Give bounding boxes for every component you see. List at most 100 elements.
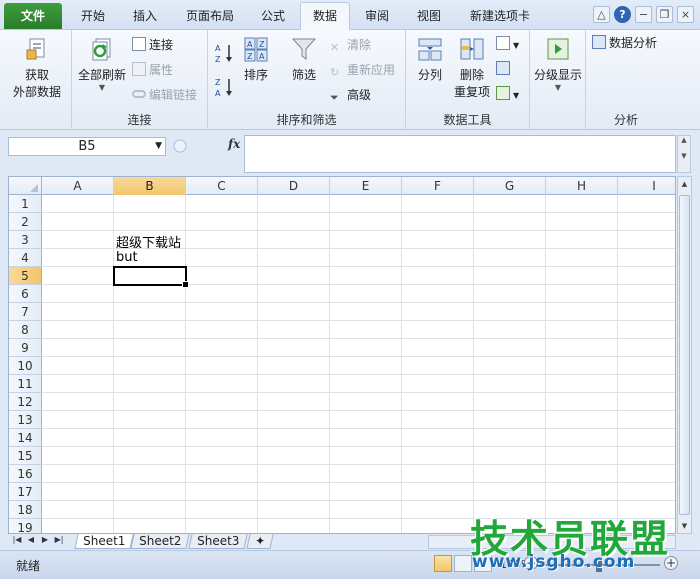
zoom-out-icon[interactable]: −: [524, 556, 538, 570]
scroll-thumb[interactable]: [679, 195, 690, 515]
cell-b3[interactable]: 超级下载站: [116, 232, 181, 251]
restore-icon[interactable]: ❐: [656, 6, 673, 23]
filter-button[interactable]: 筛选: [284, 36, 324, 83]
reapply-button[interactable]: ↻ 重新应用: [330, 61, 395, 80]
insert-sheet-button[interactable]: ✦: [246, 534, 274, 549]
outline-icon: [547, 38, 569, 60]
sort-button[interactable]: A Z Z A 排序: [238, 36, 274, 83]
get-external-data-button[interactable]: 获取 外部数据: [6, 36, 68, 100]
prev-sheet-icon[interactable]: ◀: [26, 535, 36, 544]
column-header-b[interactable]: B: [114, 177, 186, 195]
remove-duplicates-icon: [460, 38, 484, 60]
row-header-16[interactable]: 16: [9, 465, 42, 483]
row-header-11[interactable]: 11: [9, 375, 42, 393]
row-header-8[interactable]: 8: [9, 321, 42, 339]
row-header-14[interactable]: 14: [9, 429, 42, 447]
first-sheet-icon[interactable]: |◀: [12, 535, 22, 544]
collapse-ribbon-icon[interactable]: △: [593, 6, 610, 23]
zoom-in-icon[interactable]: +: [664, 556, 678, 570]
sheet-tab-sheet2[interactable]: Sheet2: [130, 534, 190, 549]
formula-input[interactable]: [244, 135, 676, 173]
row-header-6[interactable]: 6: [9, 285, 42, 303]
row-header-2[interactable]: 2: [9, 213, 42, 231]
consolidate-button[interactable]: [496, 61, 513, 76]
minimize-icon[interactable]: −: [635, 6, 652, 23]
column-header-e[interactable]: E: [330, 177, 402, 195]
row-header-3[interactable]: 3: [9, 231, 42, 249]
clear-filter-icon: ✕: [330, 41, 340, 54]
tab-formulas[interactable]: 公式: [252, 6, 294, 30]
sort-z-a-button[interactable]: Z A: [214, 76, 234, 101]
page-layout-view-icon[interactable]: [454, 555, 472, 572]
active-cell-b5[interactable]: [113, 266, 189, 288]
formula-bar-scroll[interactable]: ▲ ▼: [677, 135, 691, 173]
close-icon[interactable]: ×: [677, 6, 694, 23]
name-box[interactable]: B5 ▼: [8, 137, 166, 156]
link-icon: [132, 90, 146, 98]
tab-new-tab[interactable]: 新建选项卡: [460, 6, 540, 30]
row-header-15[interactable]: 15: [9, 447, 42, 465]
tab-review[interactable]: 审阅: [356, 6, 398, 30]
scroll-down-icon[interactable]: ▼: [678, 519, 691, 533]
column-header-h[interactable]: H: [546, 177, 618, 195]
help-icon[interactable]: ?: [614, 6, 631, 23]
data-validation-button[interactable]: ▼: [496, 36, 519, 51]
cell-area[interactable]: 超级下载站 but: [42, 195, 675, 533]
sheet-tab-sheet3[interactable]: Sheet3: [188, 534, 248, 549]
sheet-tab-label: Sheet2: [139, 534, 182, 548]
row-header-13[interactable]: 13: [9, 411, 42, 429]
outline-button[interactable]: 分级显示 ▼: [532, 36, 584, 92]
refresh-all-button[interactable]: 全部刷新 ▼: [76, 36, 128, 92]
row-header-4[interactable]: 4: [9, 249, 42, 267]
row-header-19[interactable]: 19: [9, 519, 42, 533]
row-header-10[interactable]: 10: [9, 357, 42, 375]
next-sheet-icon[interactable]: ▶: [40, 535, 50, 544]
insert-function-icon[interactable]: fx: [228, 137, 240, 151]
tab-file[interactable]: 文件: [4, 3, 62, 29]
refresh-all-label: 全部刷新: [77, 68, 126, 82]
select-all-button[interactable]: [9, 177, 42, 195]
text-to-columns-button[interactable]: 分列: [412, 36, 448, 83]
properties-button[interactable]: 属性: [132, 61, 173, 78]
clear-button[interactable]: ✕ 清除: [330, 36, 371, 55]
column-header-i[interactable]: I: [618, 177, 675, 195]
tab-home[interactable]: 开始: [72, 6, 114, 30]
column-header-a[interactable]: A: [42, 177, 114, 195]
column-header-d[interactable]: D: [258, 177, 330, 195]
tab-data[interactable]: 数据: [300, 2, 350, 31]
sort-icon: A Z Z A: [244, 37, 268, 62]
tab-insert[interactable]: 插入: [124, 6, 166, 30]
cell-b4[interactable]: but: [116, 250, 138, 265]
connections-button[interactable]: 连接: [132, 36, 173, 53]
sort-label: 排序: [243, 68, 268, 82]
row-header-18[interactable]: 18: [9, 501, 42, 519]
remove-duplicates-button[interactable]: 删除 重复项: [452, 36, 492, 100]
advanced-filter-button[interactable]: ⏷ 高级: [330, 86, 371, 105]
data-analysis-button[interactable]: 数据分析: [592, 34, 657, 51]
row-header-17[interactable]: 17: [9, 483, 42, 501]
row-header-7[interactable]: 7: [9, 303, 42, 321]
row-header-9[interactable]: 9: [9, 339, 42, 357]
horizontal-scrollbar[interactable]: [428, 535, 676, 549]
tab-view[interactable]: 视图: [408, 6, 450, 30]
data-validation-icon: [496, 36, 510, 50]
scroll-up-icon[interactable]: ▲: [678, 177, 691, 191]
last-sheet-icon[interactable]: ▶|: [54, 535, 64, 544]
column-header-g[interactable]: G: [474, 177, 546, 195]
row-header-1[interactable]: 1: [9, 195, 42, 213]
tab-page-layout[interactable]: 页面布局: [178, 6, 242, 30]
sort-a-z-button[interactable]: A Z: [214, 42, 234, 67]
edit-links-button[interactable]: 编辑链接: [132, 86, 197, 103]
normal-view-icon[interactable]: [434, 555, 452, 572]
zoom-slider-knob[interactable]: [596, 558, 602, 572]
sheet-tab-sheet1[interactable]: Sheet1: [74, 534, 134, 549]
vertical-scrollbar[interactable]: ▲ ▼: [677, 176, 692, 534]
column-header-f[interactable]: F: [402, 177, 474, 195]
row-header-5[interactable]: 5: [9, 267, 42, 285]
page-break-view-icon[interactable]: [474, 555, 492, 572]
chevron-down-icon[interactable]: ▼: [155, 138, 162, 155]
column-header-c[interactable]: C: [186, 177, 258, 195]
what-if-button[interactable]: ▼: [496, 86, 519, 101]
expand-handle-icon[interactable]: [172, 137, 188, 156]
row-header-12[interactable]: 12: [9, 393, 42, 411]
